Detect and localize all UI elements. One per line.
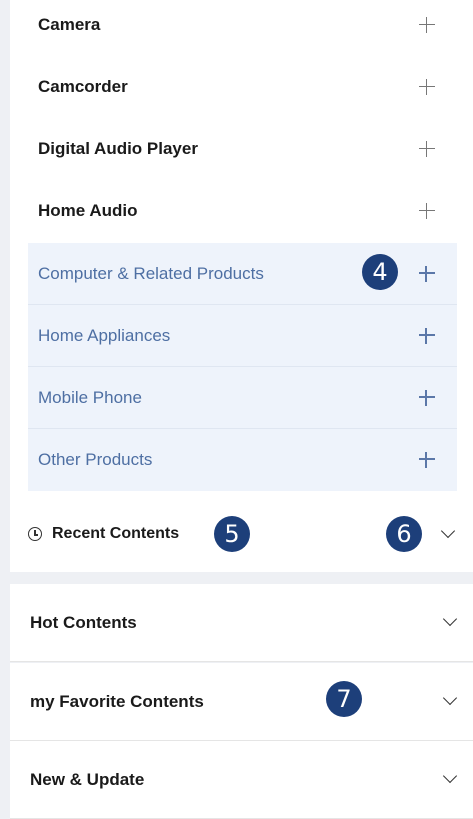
section-my-favorite-contents[interactable]: my Favorite Contents bbox=[10, 663, 473, 741]
subcategory-label: Computer & Related Products bbox=[38, 263, 264, 283]
category-home-audio[interactable]: Home Audio bbox=[28, 180, 457, 242]
category-camcorder[interactable]: Camcorder bbox=[28, 56, 457, 118]
step-badge-5: 5 bbox=[214, 516, 250, 552]
section-label: Hot Contents bbox=[30, 612, 137, 632]
plus-icon[interactable] bbox=[417, 77, 437, 97]
step-badge-6: 6 bbox=[386, 516, 422, 552]
section-label: my Favorite Contents bbox=[30, 691, 204, 711]
category-camera[interactable]: Camera bbox=[28, 0, 457, 56]
section-new-update[interactable]: New & Update bbox=[10, 741, 473, 819]
category-label: Home Audio bbox=[38, 201, 138, 220]
category-digital-audio-player[interactable]: Digital Audio Player bbox=[28, 118, 457, 180]
chevron-down-icon[interactable] bbox=[440, 523, 456, 539]
plus-icon[interactable] bbox=[417, 450, 437, 470]
subcategory-label: Other Products bbox=[38, 450, 153, 469]
section-hot-contents[interactable]: Hot Contents bbox=[10, 584, 473, 662]
plus-icon[interactable] bbox=[417, 201, 437, 221]
section-label: New & Update bbox=[30, 769, 145, 789]
recent-contents-label: Recent Contents bbox=[52, 525, 180, 542]
plus-icon[interactable] bbox=[417, 326, 437, 346]
plus-icon[interactable] bbox=[417, 15, 437, 35]
plus-icon[interactable] bbox=[417, 139, 437, 159]
subcategory-home-appliances[interactable]: Home Appliances bbox=[28, 305, 457, 367]
subcategory-label: Home Appliances bbox=[38, 325, 171, 345]
step-badge-4: 4 bbox=[362, 254, 398, 290]
subcategory-other-products[interactable]: Other Products bbox=[28, 429, 457, 491]
subcategory-label: Mobile Phone bbox=[38, 387, 142, 407]
subcategory-mobile-phone[interactable]: Mobile Phone bbox=[28, 367, 457, 429]
category-label: Digital Audio Player bbox=[38, 139, 198, 158]
plus-icon[interactable] bbox=[417, 264, 437, 284]
step-badge-7: 7 bbox=[326, 681, 362, 717]
category-label: Camcorder bbox=[38, 77, 128, 96]
plus-icon[interactable] bbox=[417, 388, 437, 408]
clock-icon bbox=[28, 527, 42, 541]
category-label: Camera bbox=[38, 15, 101, 34]
